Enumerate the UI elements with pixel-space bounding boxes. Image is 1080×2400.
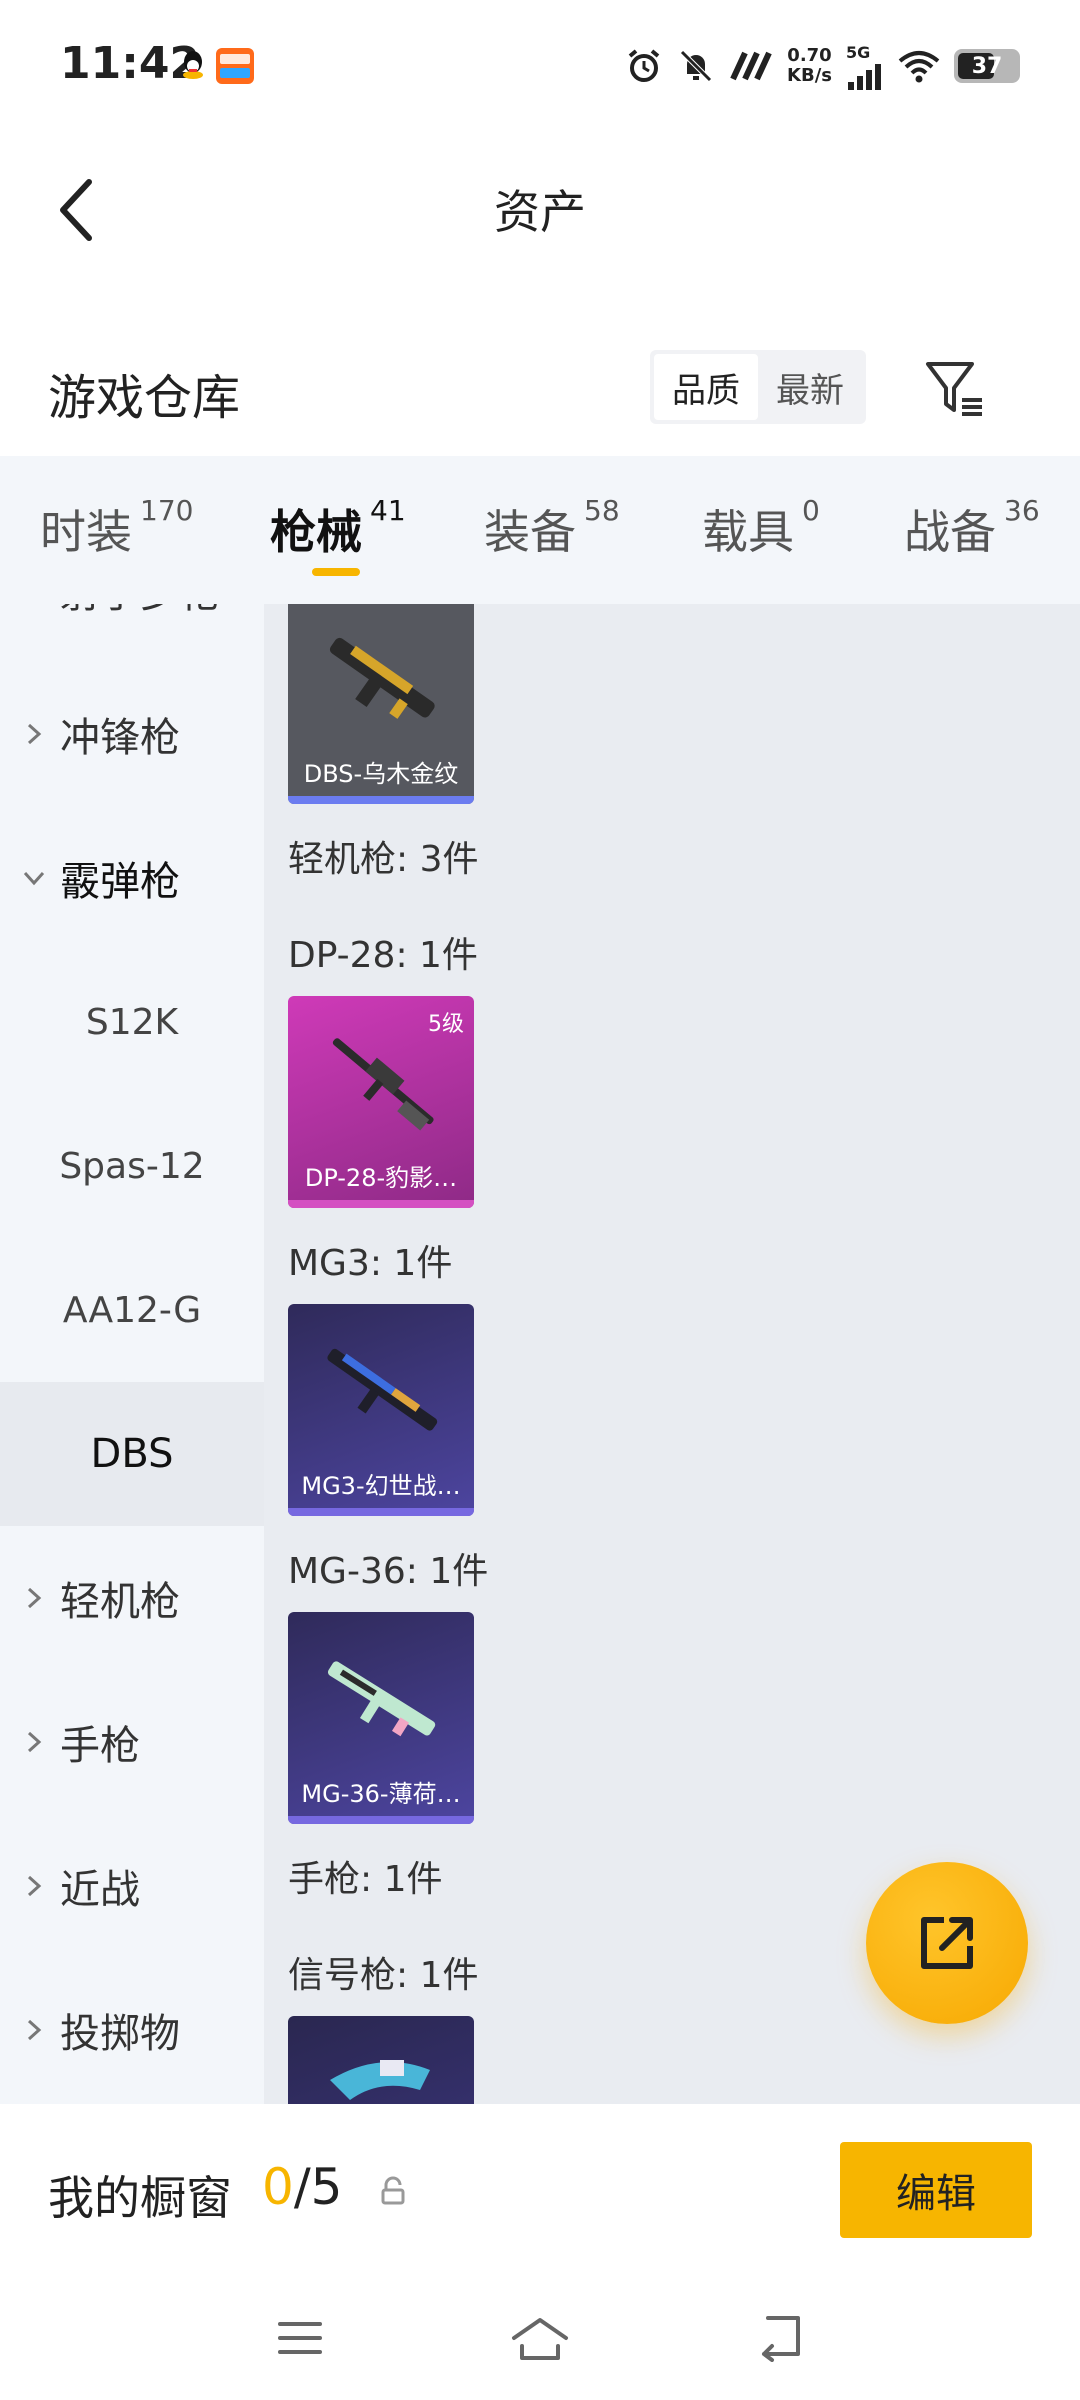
group-label-flare-gun: 信号枪: 1件 xyxy=(288,1955,479,1996)
tab-vehicles[interactable]: 载具 0 xyxy=(702,494,820,562)
sidebar-item-smg[interactable]: 冲锋枪 xyxy=(0,662,264,806)
home-button[interactable] xyxy=(500,2298,580,2378)
edit-button[interactable]: 编辑 xyxy=(840,2142,1032,2238)
tab-firearms[interactable]: 枪械 41 xyxy=(270,494,406,562)
alarm-icon xyxy=(625,47,663,85)
item-card-name: DP-28-豹影… xyxy=(304,1164,458,1192)
group-label-pistol: 手枪: 1件 xyxy=(288,1859,443,1900)
machine-gun-icon xyxy=(332,1038,434,1131)
sidebar-item-label: 射手步枪 xyxy=(60,604,220,619)
item-card-name: DBS-乌木金纹 xyxy=(303,760,459,788)
sidebar-item-label: S12K xyxy=(85,1001,179,1043)
back-icon xyxy=(762,2316,800,2362)
page-title: 资产 xyxy=(494,185,586,239)
showcase-label: 我的橱窗 xyxy=(48,2171,232,2225)
sidebar-subitem-aa12g[interactable]: AA12-G xyxy=(0,1238,264,1382)
tab-fashion[interactable]: 时装 170 xyxy=(40,494,193,562)
sidebar-item-label: 投掷物 xyxy=(60,2011,180,2057)
item-card-name: MG3-幻世战… xyxy=(301,1472,461,1500)
chevron-down-icon xyxy=(22,866,46,890)
sidebar-item-shotgun[interactable]: 霰弹枪 xyxy=(0,806,264,950)
sort-option-quality[interactable]: 品质 xyxy=(654,354,758,420)
sidebar-item-label: 手枪 xyxy=(60,1723,140,1769)
back-nav-button[interactable] xyxy=(740,2298,820,2378)
rarity-bar xyxy=(288,1508,474,1516)
filter-button[interactable] xyxy=(920,354,990,424)
sidebar-item-throwable[interactable]: 投掷物 xyxy=(0,1958,264,2102)
taobao-icon xyxy=(216,48,254,84)
wifi-icon xyxy=(898,49,940,83)
weapon-category-sidebar: 射手步枪 冲锋枪 霰弹枪 S12K Spas-12 AA12-G DBS 轻机枪… xyxy=(0,604,264,2104)
filter-icon xyxy=(926,362,982,416)
sidebar-item-label: AA12-G xyxy=(62,1289,202,1331)
sidebar-item-label: 轻机枪 xyxy=(60,1579,180,1625)
battery-icon: 37 xyxy=(954,49,1020,83)
item-card-dp28[interactable]: 5级 DP-28-豹影… xyxy=(288,996,474,1208)
status-icons: 0.70 KB/s 5G 37 xyxy=(625,42,1020,90)
rarity-bar xyxy=(288,1200,474,1208)
group-label-lmg: 轻机枪: 3件 xyxy=(288,839,479,880)
sidebar-item-label: 近战 xyxy=(60,1867,140,1913)
sidebar-item-melee[interactable]: 近战 xyxy=(0,1814,264,1958)
flare-gun-icon xyxy=(330,2060,430,2100)
net-speed: 0.70 KB/s xyxy=(787,45,832,86)
sort-option-newest[interactable]: 最新 xyxy=(758,354,862,420)
chevron-right-icon xyxy=(22,722,46,746)
share-icon xyxy=(921,1917,973,1969)
rifle-icon xyxy=(327,1661,436,1737)
item-card-mg36[interactable]: MG-36-薄荷… xyxy=(288,1612,474,1824)
item-card-name: MG-36-薄荷… xyxy=(301,1780,461,1808)
app-header: 资产 xyxy=(0,130,1080,280)
status-bar: 11:42 0.70 KB/s 5G 37 xyxy=(0,0,1080,130)
system-nav-bar xyxy=(0,2274,1080,2400)
sidebar-item-label: Spas-12 xyxy=(59,1145,205,1187)
sidebar-item-lmg[interactable]: 轻机枪 xyxy=(0,1526,264,1670)
shotgun-icon xyxy=(329,637,435,719)
share-button[interactable] xyxy=(866,1862,1028,2024)
nfc-icon xyxy=(729,51,773,81)
lock-icon xyxy=(381,2176,405,2205)
rarity-bar xyxy=(288,1816,474,1824)
home-icon xyxy=(512,2318,568,2360)
menu-button[interactable] xyxy=(260,2298,340,2378)
machine-gun-icon xyxy=(327,1348,438,1431)
showcase-bar: 我的橱窗 0/5 编辑 xyxy=(0,2104,1080,2274)
sidebar-item-marksman-rifle[interactable]: 射手步枪 xyxy=(0,604,264,662)
tab-indicator xyxy=(312,568,360,576)
tab-supplies[interactable]: 战备 36 xyxy=(904,494,1040,562)
sidebar-item-label: 冲锋枪 xyxy=(60,715,180,761)
signal-icon: 5G xyxy=(846,43,884,90)
item-card-dbs[interactable]: DBS-乌木金纹 xyxy=(288,604,474,804)
sort-toggle: 品质 最新 xyxy=(650,350,866,424)
warehouse-title: 游戏仓库 xyxy=(48,370,241,426)
sidebar-item-pistol[interactable]: 手枪 xyxy=(0,1670,264,1814)
menu-icon xyxy=(278,2322,322,2354)
item-card-mg3[interactable]: MG3-幻世战… xyxy=(288,1304,474,1516)
warehouse-row: 游戏仓库 品质 最新 xyxy=(0,330,1080,450)
chevron-right-icon xyxy=(22,1586,46,1610)
sidebar-subitem-spas12[interactable]: Spas-12 xyxy=(0,1094,264,1238)
chevron-right-icon xyxy=(22,1874,46,1898)
tab-equipment[interactable]: 装备 58 xyxy=(484,494,620,562)
sidebar-subitem-s12k[interactable]: S12K xyxy=(0,950,264,1094)
sidebar-item-label: 霰弹枪 xyxy=(60,859,180,905)
chevron-right-icon xyxy=(22,1730,46,1754)
showcase-count: 0/5 xyxy=(262,2158,343,2216)
group-label-dp28: DP-28: 1件 xyxy=(288,935,478,976)
sidebar-item-label: DBS xyxy=(90,1431,174,1477)
rarity-bar xyxy=(288,796,474,804)
mute-icon xyxy=(677,47,715,85)
group-label-mg36: MG-36: 1件 xyxy=(288,1551,489,1592)
category-tabs: 时装 170 枪械 41 装备 58 载具 0 战备 36 xyxy=(0,456,1080,604)
group-label-mg3: MG3: 1件 xyxy=(288,1243,453,1284)
sidebar-subitem-dbs[interactable]: DBS xyxy=(0,1382,264,1526)
chevron-right-icon xyxy=(22,2018,46,2042)
qq-icon xyxy=(178,48,208,82)
item-card-flare-gun[interactable] xyxy=(288,2016,474,2104)
